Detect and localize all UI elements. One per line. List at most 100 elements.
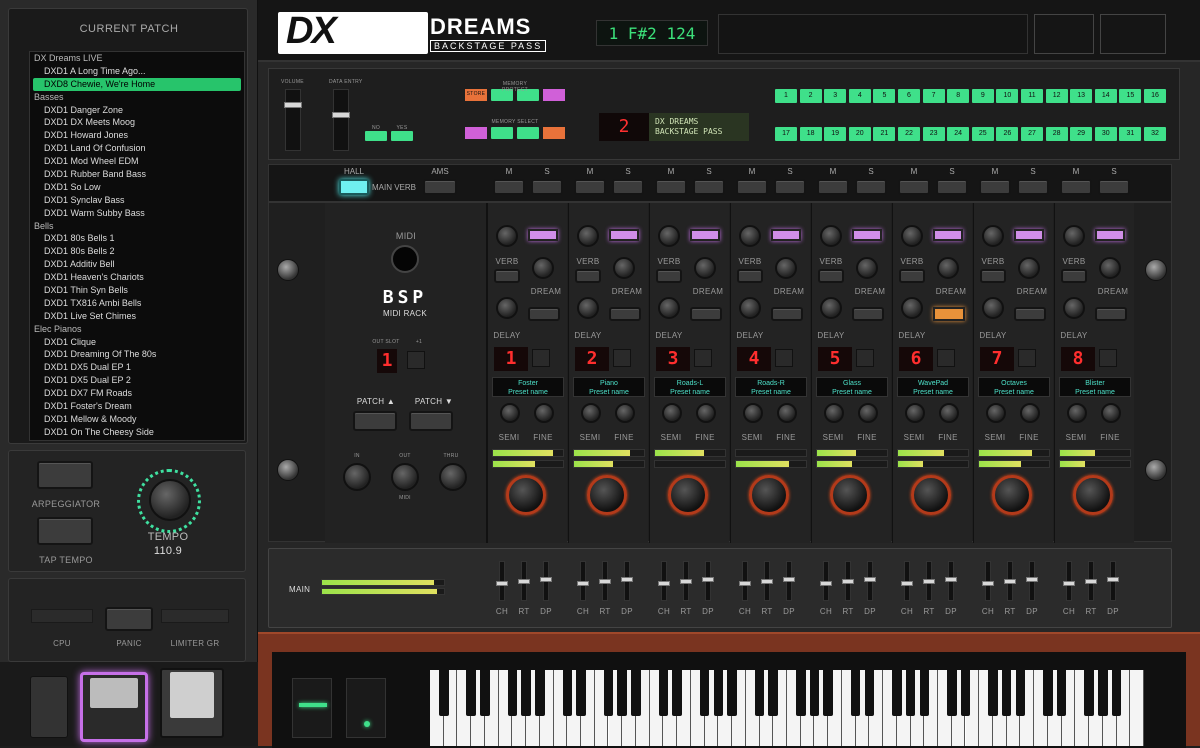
fine-knob[interactable] <box>939 403 959 423</box>
verb-knob[interactable] <box>532 257 554 279</box>
dream-knob[interactable] <box>658 297 680 319</box>
verb-knob[interactable] <box>856 257 878 279</box>
patch-down-button[interactable] <box>409 411 453 431</box>
patch-item[interactable]: DXD1 Howard Jones <box>30 129 244 142</box>
dream-knob[interactable] <box>577 297 599 319</box>
patch-item[interactable]: DXD1 DX5 Dual EP 1 <box>30 361 244 374</box>
patch-item[interactable]: DXD1 On The Cheesy Side <box>30 426 244 439</box>
select-button-16[interactable]: 16 <box>1144 89 1166 103</box>
black-key[interactable] <box>507 670 518 716</box>
preset-name-box[interactable]: Roads-L Preset name <box>654 377 726 397</box>
verb-knob[interactable] <box>613 257 635 279</box>
patch-item[interactable]: DXD1 DX Meets Moog <box>30 116 244 129</box>
select-button-7[interactable]: 7 <box>922 89 945 103</box>
fx-select-button[interactable] <box>690 229 720 241</box>
solo-button[interactable] <box>774 179 806 195</box>
patch-item[interactable]: DXD1 Land Of Confusion <box>30 142 244 155</box>
verb-knob[interactable] <box>1099 257 1121 279</box>
dream-knob[interactable] <box>1063 297 1085 319</box>
panic-button[interactable] <box>105 607 153 631</box>
black-key[interactable] <box>809 670 820 716</box>
select-button-25[interactable]: 25 <box>971 127 994 141</box>
patch-item[interactable]: DXD1 Foster's Dream <box>30 400 244 413</box>
black-key[interactable] <box>850 670 861 716</box>
input-knob[interactable] <box>982 225 1004 247</box>
dream-knob[interactable] <box>982 297 1004 319</box>
black-key[interactable] <box>1015 670 1026 716</box>
select-button-20[interactable]: 20 <box>848 127 871 141</box>
black-key[interactable] <box>727 670 737 716</box>
black-key[interactable] <box>438 670 449 716</box>
black-key[interactable] <box>864 670 875 716</box>
plus-one-button[interactable] <box>407 351 425 369</box>
patch-up-button[interactable] <box>353 411 397 431</box>
black-key[interactable] <box>1084 670 1094 716</box>
input-knob[interactable] <box>739 225 761 247</box>
pitch-wheel[interactable] <box>292 678 332 738</box>
dream-button[interactable] <box>1014 307 1046 321</box>
no-button[interactable] <box>365 131 387 141</box>
fine-knob[interactable] <box>1101 403 1121 423</box>
fx-select-button[interactable] <box>771 229 801 241</box>
verb-button[interactable] <box>575 269 601 283</box>
dream-button[interactable] <box>690 307 722 321</box>
patch-item[interactable]: DXD1 Mellow & Moody <box>30 413 244 426</box>
operator-select-button[interactable] <box>543 89 565 101</box>
patch-item[interactable]: DXD1 Rubber Band Bass <box>30 168 244 181</box>
black-key[interactable] <box>562 670 573 716</box>
select-button-1[interactable]: 1 <box>775 89 797 103</box>
patch-item[interactable]: DXD1 Dreaming Of The 80s <box>30 348 244 361</box>
patch-item[interactable]: DXD1 80s Bells 1 <box>30 232 244 245</box>
solo-button[interactable] <box>531 179 563 195</box>
select-button-24[interactable]: 24 <box>947 127 970 141</box>
channel-select-button[interactable] <box>1018 349 1036 367</box>
preset-name-box[interactable]: Roads-R Preset name <box>735 377 807 397</box>
semi-knob[interactable] <box>743 403 763 423</box>
function-button[interactable] <box>543 127 565 139</box>
patch-item[interactable]: DXD1 DX5 Dual EP 2 <box>30 374 244 387</box>
solo-button[interactable] <box>936 179 968 195</box>
sustain-pedal[interactable] <box>30 676 68 738</box>
input-knob[interactable] <box>496 225 518 247</box>
preset-name-box[interactable]: Foster Preset name <box>492 377 564 397</box>
patch-item[interactable]: DXD1 80s Bells 2 <box>30 245 244 258</box>
select-button-27[interactable]: 27 <box>1021 127 1043 141</box>
verb-button[interactable] <box>737 269 763 283</box>
volume-knob[interactable] <box>830 475 870 515</box>
select-button-28[interactable]: 28 <box>1045 127 1068 141</box>
select-button-15[interactable]: 15 <box>1119 89 1142 103</box>
preset-name-box[interactable]: WavePad Preset name <box>897 377 969 397</box>
black-key[interactable] <box>480 670 490 716</box>
preset-name-box[interactable]: Blister Preset name <box>1059 377 1131 397</box>
black-key[interactable] <box>699 670 710 716</box>
volume-fader[interactable] <box>284 89 302 151</box>
white-key[interactable] <box>1130 670 1144 746</box>
patch-item[interactable]: DXD1 TX816 Ambi Bells <box>30 297 244 310</box>
fine-knob[interactable] <box>1020 403 1040 423</box>
select-button-3[interactable]: 3 <box>824 89 847 103</box>
volume-knob[interactable] <box>749 475 789 515</box>
channel-select-button[interactable] <box>613 349 631 367</box>
channel-select-button[interactable] <box>775 349 793 367</box>
fx-select-button[interactable] <box>852 229 882 241</box>
dream-button[interactable] <box>771 307 803 321</box>
preset-name-box[interactable]: Glass Preset name <box>816 377 888 397</box>
black-key[interactable] <box>1001 670 1012 716</box>
black-key[interactable] <box>576 670 586 716</box>
black-key[interactable] <box>466 670 476 716</box>
memory-select-internal[interactable] <box>491 127 513 139</box>
patch-item[interactable]: DXD1 Heaven's Chariots <box>30 271 244 284</box>
select-button-31[interactable]: 31 <box>1119 127 1142 141</box>
select-button-13[interactable]: 13 <box>1070 89 1093 103</box>
select-button-18[interactable]: 18 <box>799 127 822 141</box>
volume-knob[interactable] <box>911 475 951 515</box>
fine-knob[interactable] <box>858 403 878 423</box>
input-knob[interactable] <box>658 225 680 247</box>
black-key[interactable] <box>603 670 614 716</box>
black-key[interactable] <box>960 670 971 716</box>
verb-knob[interactable] <box>775 257 797 279</box>
patch-list[interactable]: DX Dreams LIVE DXD1 A Long Time Ago... DXD… <box>29 51 245 441</box>
fx-select-button[interactable] <box>528 229 558 241</box>
patch-item[interactable]: DXD1 Thin Syn Bells <box>30 284 244 297</box>
select-button-11[interactable]: 11 <box>1021 89 1043 103</box>
